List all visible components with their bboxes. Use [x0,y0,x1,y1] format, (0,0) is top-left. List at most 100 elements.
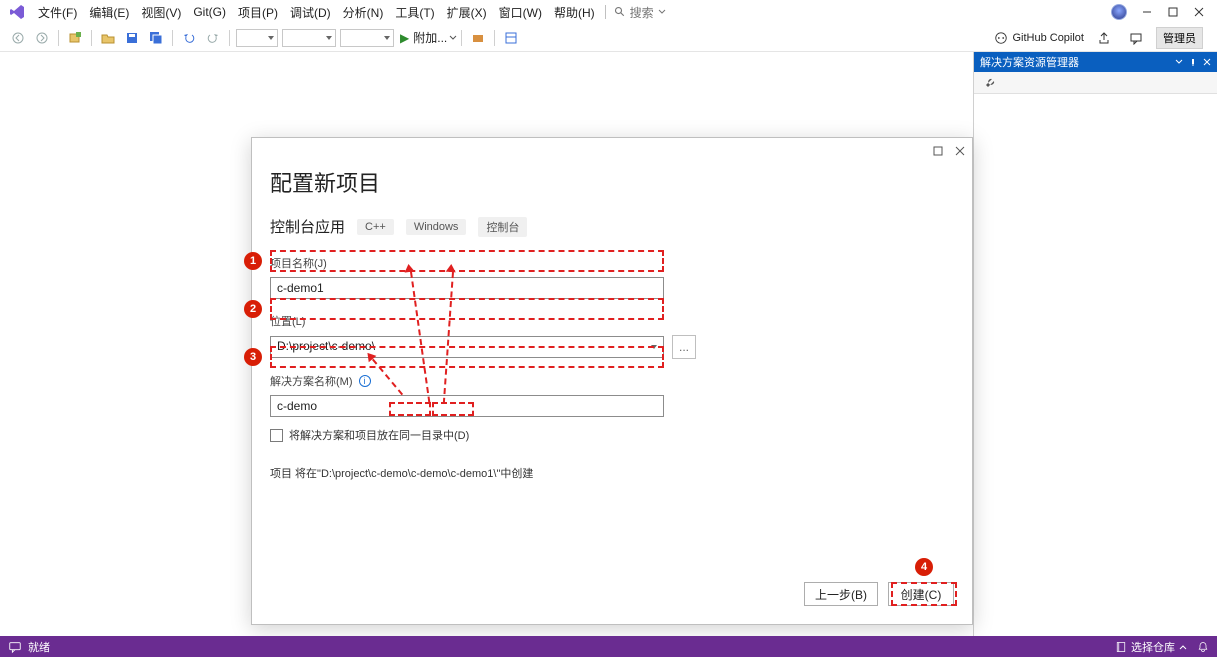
search-icon [614,6,626,18]
repo-selector[interactable]: 选择仓库 [1115,639,1187,655]
nav-fwd-icon[interactable] [33,29,51,47]
dialog-titlebar [252,138,972,164]
toolbar-separator [91,30,92,46]
layout-icon[interactable] [502,29,520,47]
save-all-icon[interactable] [147,29,165,47]
tag-console: 控制台 [478,217,527,237]
copilot-icon [994,31,1008,45]
path-preview-prefix: 项目 将在"D:\project\c-demo\ [270,468,411,480]
dialog-subtitle: 控制台应用 [270,216,345,237]
save-icon[interactable] [123,29,141,47]
repo-selector-label: 选择仓库 [1131,639,1175,655]
vs-logo-icon [8,3,26,21]
close-icon[interactable] [1203,58,1211,66]
browse-button[interactable]: ... [672,335,696,359]
menu-extensions[interactable]: 扩展(X) [441,2,493,23]
toolbar-separator [494,30,495,46]
dialog-footer: 上一步(B) 创建(C) [270,582,954,606]
workspace: 解决方案资源管理器 配置新项目 控制台应用 C++ Windows 控制台 [0,52,1217,636]
create-button[interactable]: 创建(C) [888,582,954,606]
menu-file[interactable]: 文件(F) [32,2,83,23]
chevron-down-icon [449,34,457,42]
repo-icon [1115,641,1127,653]
chevron-up-icon [1179,643,1187,651]
solution-explorer-header[interactable]: 解决方案资源管理器 [974,52,1217,72]
location-value: D:\project\c-demo\ [277,339,375,353]
dialog-maximize-button[interactable] [932,145,944,157]
project-name-field: 项目名称(J) [270,255,954,299]
search-placeholder: 搜索 [630,4,654,21]
same-directory-checkbox-row[interactable]: 将解决方案和项目放在同一目录中(D) [270,427,954,443]
attach-button[interactable]: ▶ 附加... [400,29,457,46]
solution-explorer-body [974,94,1217,636]
redo-icon[interactable] [204,29,222,47]
menu-help[interactable]: 帮助(H) [548,2,601,23]
maximize-button[interactable] [1167,6,1179,18]
open-file-icon[interactable] [99,29,117,47]
solution-explorer-toolbar [974,72,1217,94]
solution-name-input[interactable] [270,395,664,417]
path-preview: 项目 将在"D:\project\c-demo\c-demo\c-demo1\"… [270,465,954,481]
toolbar-separator [58,30,59,46]
user-avatar[interactable] [1111,4,1127,20]
menu-git[interactable]: Git(G) [187,3,232,21]
path-preview-suffix: "中创建 [496,468,533,480]
nav-back-icon[interactable] [9,29,27,47]
main-toolbar: ▶ 附加... GitHub Copilot 管理员 [0,24,1217,52]
project-name-label: 项目名称(J) [270,255,954,271]
toolbar-separator [172,30,173,46]
copilot-button[interactable]: GitHub Copilot [994,31,1084,45]
toolbar-separator [461,30,462,46]
checkbox-icon[interactable] [270,429,283,442]
menu-bar: 文件(F) 编辑(E) 视图(V) Git(G) 项目(P) 调试(D) 分析(… [0,0,1217,24]
target-combo[interactable] [340,29,394,47]
dialog-title: 配置新项目 [270,166,954,198]
new-project-dialog: 配置新项目 控制台应用 C++ Windows 控制台 项目名称(J) 位置(L… [251,137,973,625]
menu-debug[interactable]: 调试(D) [284,2,337,23]
menu-separator [605,5,606,19]
new-project-icon[interactable] [66,29,84,47]
location-input[interactable]: D:\project\c-demo\ [270,336,664,358]
solution-name-field: 解决方案名称(M) i 将解决方案和项目放在同一目录中(D) 项目 将在"D:\… [270,373,954,481]
status-bar: 就绪 选择仓库 [0,636,1217,657]
play-icon: ▶ [400,31,409,45]
toolbar-separator [229,30,230,46]
path-preview-seg1: c-demo\ [411,468,451,480]
menu-edit[interactable]: 编辑(E) [83,2,135,23]
info-icon[interactable]: i [359,375,371,387]
solution-explorer-title: 解决方案资源管理器 [980,54,1079,70]
wrench-icon[interactable] [981,74,999,92]
minimize-button[interactable] [1141,6,1153,18]
platform-combo[interactable] [282,29,336,47]
solution-name-label-text: 解决方案名称(M) [270,373,353,389]
project-name-input[interactable] [270,277,664,299]
status-ready: 就绪 [28,639,50,655]
solution-name-label: 解决方案名称(M) i [270,373,954,389]
pin-icon[interactable] [1189,58,1197,66]
menu-window[interactable]: 窗口(W) [493,2,548,23]
solution-explorer-panel: 解决方案资源管理器 [973,52,1217,636]
dropdown-icon[interactable] [1175,58,1183,66]
close-button[interactable] [1193,6,1205,18]
menu-analyze[interactable]: 分析(N) [337,2,390,23]
feedback-icon[interactable] [1127,29,1145,47]
menu-project[interactable]: 项目(P) [232,2,284,23]
same-directory-label: 将解决方案和项目放在同一目录中(D) [289,427,469,443]
location-label: 位置(L) [270,313,954,329]
config-combo[interactable] [236,29,278,47]
admin-badge[interactable]: 管理员 [1156,27,1203,49]
back-button[interactable]: 上一步(B) [804,582,878,606]
menu-tools[interactable]: 工具(T) [389,2,440,23]
dialog-close-button[interactable] [954,145,966,157]
title-controls [1111,4,1213,20]
copilot-label: GitHub Copilot [1012,32,1084,44]
bell-icon[interactable] [1197,641,1209,653]
chevron-down-icon [658,8,666,16]
menu-view[interactable]: 视图(V) [135,2,187,23]
search-box[interactable]: 搜索 [614,4,670,21]
toolbox-icon[interactable] [469,29,487,47]
chat-icon[interactable] [8,640,22,654]
tag-windows: Windows [406,219,467,235]
share-icon[interactable] [1095,29,1113,47]
undo-icon[interactable] [180,29,198,47]
